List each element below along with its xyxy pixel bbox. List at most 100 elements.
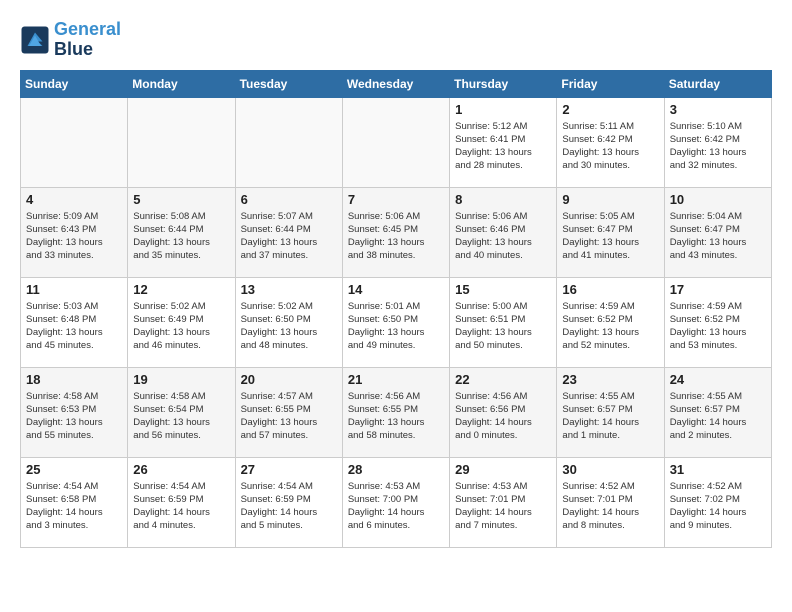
day-info: Sunrise: 4:55 AM Sunset: 6:57 PM Dayligh… xyxy=(670,390,766,443)
day-info: Sunrise: 4:53 AM Sunset: 7:00 PM Dayligh… xyxy=(348,480,444,533)
day-number: 30 xyxy=(562,462,658,477)
day-info: Sunrise: 5:06 AM Sunset: 6:45 PM Dayligh… xyxy=(348,210,444,263)
weekday-header: Tuesday xyxy=(235,70,342,97)
calendar-cell: 26 Sunrise: 4:54 AM Sunset: 6:59 PM Dayli… xyxy=(128,457,235,547)
day-info: Sunrise: 4:54 AM Sunset: 6:59 PM Dayligh… xyxy=(241,480,337,533)
day-info: Sunrise: 4:59 AM Sunset: 6:52 PM Dayligh… xyxy=(562,300,658,353)
day-info: Sunrise: 5:02 AM Sunset: 6:49 PM Dayligh… xyxy=(133,300,229,353)
day-number: 20 xyxy=(241,372,337,387)
day-number: 4 xyxy=(26,192,122,207)
day-info: Sunrise: 5:04 AM Sunset: 6:47 PM Dayligh… xyxy=(670,210,766,263)
calendar-week-row: 18 Sunrise: 4:58 AM Sunset: 6:53 PM Dayli… xyxy=(21,367,772,457)
weekday-header: Wednesday xyxy=(342,70,449,97)
day-info: Sunrise: 4:56 AM Sunset: 6:56 PM Dayligh… xyxy=(455,390,551,443)
calendar-cell: 25 Sunrise: 4:54 AM Sunset: 6:58 PM Dayli… xyxy=(21,457,128,547)
day-number: 24 xyxy=(670,372,766,387)
calendar-cell: 15 Sunrise: 5:00 AM Sunset: 6:51 PM Dayli… xyxy=(450,277,557,367)
day-number: 12 xyxy=(133,282,229,297)
day-info: Sunrise: 4:53 AM Sunset: 7:01 PM Dayligh… xyxy=(455,480,551,533)
calendar-week-row: 11 Sunrise: 5:03 AM Sunset: 6:48 PM Dayli… xyxy=(21,277,772,367)
day-number: 9 xyxy=(562,192,658,207)
calendar-table: SundayMondayTuesdayWednesdayThursdayFrid… xyxy=(20,70,772,548)
day-number: 19 xyxy=(133,372,229,387)
calendar-cell: 16 Sunrise: 4:59 AM Sunset: 6:52 PM Dayli… xyxy=(557,277,664,367)
calendar-cell: 29 Sunrise: 4:53 AM Sunset: 7:01 PM Dayli… xyxy=(450,457,557,547)
day-number: 2 xyxy=(562,102,658,117)
calendar-cell: 27 Sunrise: 4:54 AM Sunset: 6:59 PM Dayli… xyxy=(235,457,342,547)
day-info: Sunrise: 4:54 AM Sunset: 6:58 PM Dayligh… xyxy=(26,480,122,533)
weekday-header: Sunday xyxy=(21,70,128,97)
page-header: GeneralBlue xyxy=(20,20,772,60)
logo: GeneralBlue xyxy=(20,20,121,60)
day-number: 25 xyxy=(26,462,122,477)
day-info: Sunrise: 5:12 AM Sunset: 6:41 PM Dayligh… xyxy=(455,120,551,173)
calendar-cell: 24 Sunrise: 4:55 AM Sunset: 6:57 PM Dayli… xyxy=(664,367,771,457)
calendar-cell: 2Sunrise: 5:11 AM Sunset: 6:42 PM Daylig… xyxy=(557,97,664,187)
day-info: Sunrise: 4:52 AM Sunset: 7:01 PM Dayligh… xyxy=(562,480,658,533)
day-info: Sunrise: 4:54 AM Sunset: 6:59 PM Dayligh… xyxy=(133,480,229,533)
calendar-cell: 21 Sunrise: 4:56 AM Sunset: 6:55 PM Dayli… xyxy=(342,367,449,457)
calendar-cell: 3 Sunrise: 5:10 AM Sunset: 6:42 PM Daylig… xyxy=(664,97,771,187)
day-number: 23 xyxy=(562,372,658,387)
day-number: 16 xyxy=(562,282,658,297)
day-number: 6 xyxy=(241,192,337,207)
day-info: Sunrise: 5:00 AM Sunset: 6:51 PM Dayligh… xyxy=(455,300,551,353)
day-number: 17 xyxy=(670,282,766,297)
calendar-cell xyxy=(342,97,449,187)
day-number: 14 xyxy=(348,282,444,297)
calendar-cell xyxy=(21,97,128,187)
calendar-cell xyxy=(235,97,342,187)
calendar-cell: 1 Sunrise: 5:12 AM Sunset: 6:41 PM Daylig… xyxy=(450,97,557,187)
day-number: 27 xyxy=(241,462,337,477)
day-number: 26 xyxy=(133,462,229,477)
calendar-cell: 8 Sunrise: 5:06 AM Sunset: 6:46 PM Daylig… xyxy=(450,187,557,277)
day-number: 1 xyxy=(455,102,551,117)
calendar-cell: 22Sunrise: 4:56 AM Sunset: 6:56 PM Dayli… xyxy=(450,367,557,457)
day-number: 28 xyxy=(348,462,444,477)
day-info: Sunrise: 5:06 AM Sunset: 6:46 PM Dayligh… xyxy=(455,210,551,263)
calendar-cell: 20Sunrise: 4:57 AM Sunset: 6:55 PM Dayli… xyxy=(235,367,342,457)
calendar-cell: 18 Sunrise: 4:58 AM Sunset: 6:53 PM Dayli… xyxy=(21,367,128,457)
calendar-cell: 5Sunrise: 5:08 AM Sunset: 6:44 PM Daylig… xyxy=(128,187,235,277)
calendar-header: SundayMondayTuesdayWednesdayThursdayFrid… xyxy=(21,70,772,97)
weekday-header: Monday xyxy=(128,70,235,97)
day-number: 15 xyxy=(455,282,551,297)
calendar-cell: 28 Sunrise: 4:53 AM Sunset: 7:00 PM Dayli… xyxy=(342,457,449,547)
day-number: 21 xyxy=(348,372,444,387)
calendar-cell: 9 Sunrise: 5:05 AM Sunset: 6:47 PM Daylig… xyxy=(557,187,664,277)
calendar-cell: 4Sunrise: 5:09 AM Sunset: 6:43 PM Daylig… xyxy=(21,187,128,277)
day-number: 3 xyxy=(670,102,766,117)
calendar-cell: 31Sunrise: 4:52 AM Sunset: 7:02 PM Dayli… xyxy=(664,457,771,547)
day-info: Sunrise: 5:10 AM Sunset: 6:42 PM Dayligh… xyxy=(670,120,766,173)
calendar-cell: 19Sunrise: 4:58 AM Sunset: 6:54 PM Dayli… xyxy=(128,367,235,457)
day-number: 11 xyxy=(26,282,122,297)
calendar-cell: 6 Sunrise: 5:07 AM Sunset: 6:44 PM Daylig… xyxy=(235,187,342,277)
day-info: Sunrise: 4:59 AM Sunset: 6:52 PM Dayligh… xyxy=(670,300,766,353)
calendar-cell: 13Sunrise: 5:02 AM Sunset: 6:50 PM Dayli… xyxy=(235,277,342,367)
calendar-cell: 7 Sunrise: 5:06 AM Sunset: 6:45 PM Daylig… xyxy=(342,187,449,277)
calendar-week-row: 1 Sunrise: 5:12 AM Sunset: 6:41 PM Daylig… xyxy=(21,97,772,187)
calendar-cell: 17 Sunrise: 4:59 AM Sunset: 6:52 PM Dayli… xyxy=(664,277,771,367)
day-info: Sunrise: 4:58 AM Sunset: 6:53 PM Dayligh… xyxy=(26,390,122,443)
calendar-cell: 10Sunrise: 5:04 AM Sunset: 6:47 PM Dayli… xyxy=(664,187,771,277)
day-info: Sunrise: 4:56 AM Sunset: 6:55 PM Dayligh… xyxy=(348,390,444,443)
calendar-cell: 14Sunrise: 5:01 AM Sunset: 6:50 PM Dayli… xyxy=(342,277,449,367)
calendar-week-row: 4Sunrise: 5:09 AM Sunset: 6:43 PM Daylig… xyxy=(21,187,772,277)
calendar-cell: 23Sunrise: 4:55 AM Sunset: 6:57 PM Dayli… xyxy=(557,367,664,457)
day-number: 29 xyxy=(455,462,551,477)
calendar-cell: 12 Sunrise: 5:02 AM Sunset: 6:49 PM Dayli… xyxy=(128,277,235,367)
calendar-cell: 11 Sunrise: 5:03 AM Sunset: 6:48 PM Dayli… xyxy=(21,277,128,367)
day-number: 7 xyxy=(348,192,444,207)
day-info: Sunrise: 5:07 AM Sunset: 6:44 PM Dayligh… xyxy=(241,210,337,263)
logo-text: GeneralBlue xyxy=(54,20,121,60)
day-number: 18 xyxy=(26,372,122,387)
day-info: Sunrise: 5:02 AM Sunset: 6:50 PM Dayligh… xyxy=(241,300,337,353)
weekday-header: Thursday xyxy=(450,70,557,97)
calendar-week-row: 25 Sunrise: 4:54 AM Sunset: 6:58 PM Dayli… xyxy=(21,457,772,547)
day-info: Sunrise: 5:03 AM Sunset: 6:48 PM Dayligh… xyxy=(26,300,122,353)
day-number: 8 xyxy=(455,192,551,207)
day-info: Sunrise: 5:08 AM Sunset: 6:44 PM Dayligh… xyxy=(133,210,229,263)
day-info: Sunrise: 5:05 AM Sunset: 6:47 PM Dayligh… xyxy=(562,210,658,263)
logo-icon xyxy=(20,25,50,55)
weekday-header: Saturday xyxy=(664,70,771,97)
